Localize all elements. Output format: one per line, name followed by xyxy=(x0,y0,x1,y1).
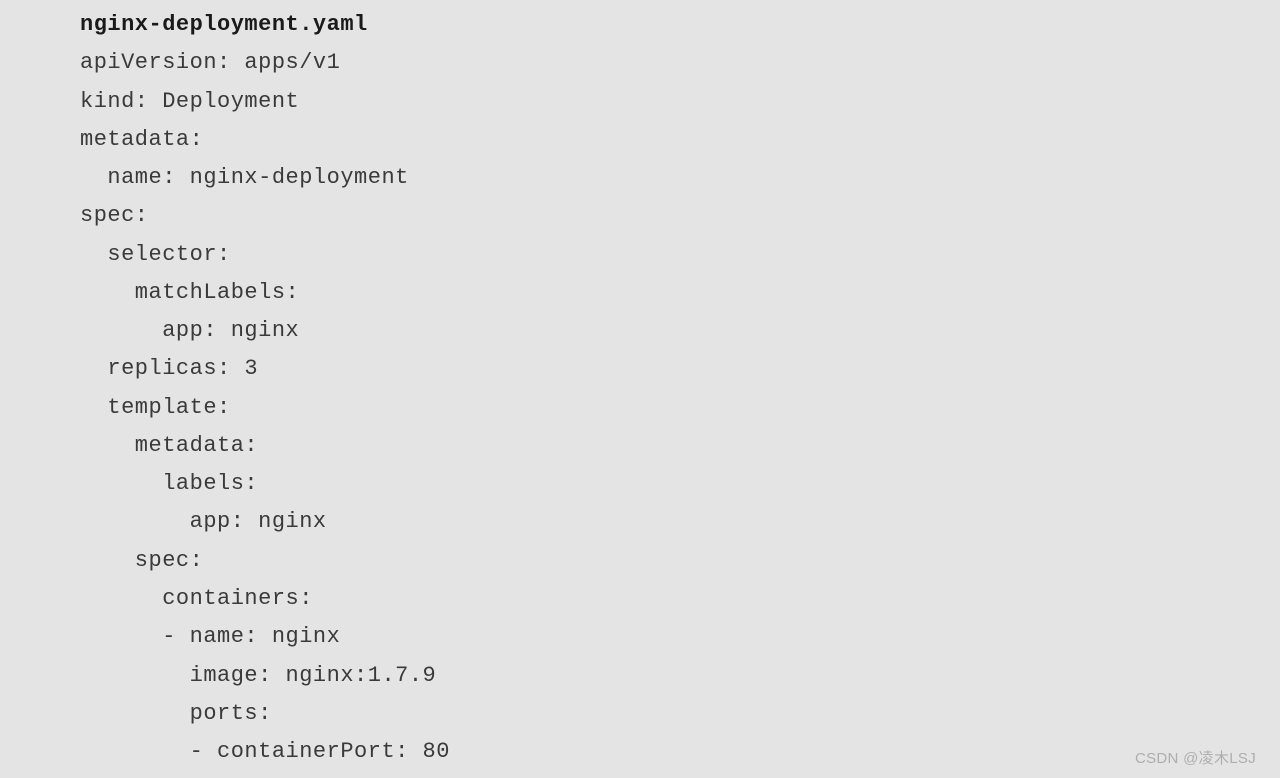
code-line: metadata: xyxy=(80,121,1280,159)
code-line: replicas: 3 xyxy=(80,350,1280,388)
code-line: matchLabels: xyxy=(80,274,1280,312)
watermark: CSDN @凌木LSJ xyxy=(1135,747,1256,768)
code-line: app: nginx xyxy=(80,312,1280,350)
code-line: selector: xyxy=(80,236,1280,274)
code-line: metadata: xyxy=(80,427,1280,465)
code-line: - name: nginx xyxy=(80,618,1280,656)
code-line: apiVersion: apps/v1 xyxy=(80,44,1280,82)
code-line: - containerPort: 80 xyxy=(80,733,1280,771)
code-line: spec: xyxy=(80,542,1280,580)
code-line: app: nginx xyxy=(80,503,1280,541)
filename: nginx-deployment.yaml xyxy=(80,6,1280,44)
code-line: labels: xyxy=(80,465,1280,503)
code-line: containers: xyxy=(80,580,1280,618)
code-line: template: xyxy=(80,389,1280,427)
code-line: name: nginx-deployment xyxy=(80,159,1280,197)
code-line: kind: Deployment xyxy=(80,83,1280,121)
code-line: spec: xyxy=(80,197,1280,235)
code-line: image: nginx:1.7.9 xyxy=(80,657,1280,695)
code-line: ports: xyxy=(80,695,1280,733)
code-block: nginx-deployment.yaml apiVersion: apps/v… xyxy=(0,6,1280,771)
